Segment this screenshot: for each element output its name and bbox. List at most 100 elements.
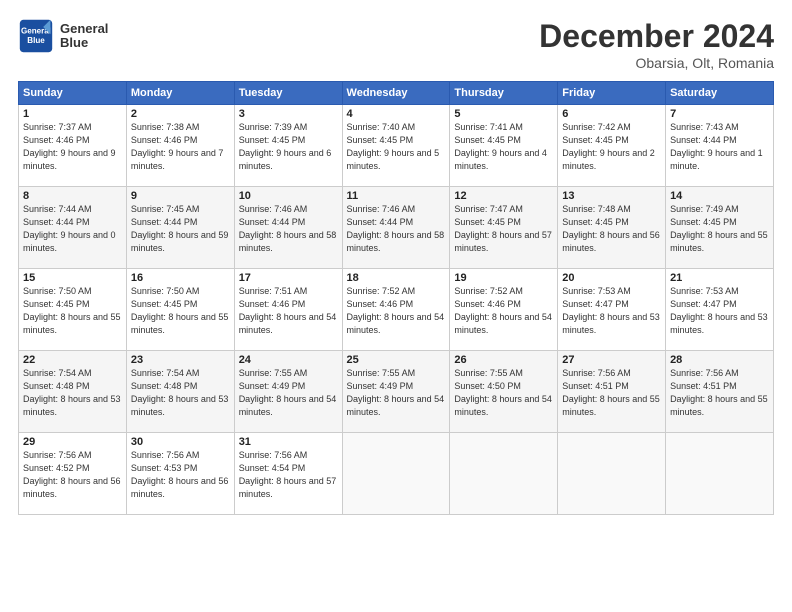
- day-number: 4: [347, 108, 446, 120]
- svg-text:Blue: Blue: [27, 36, 45, 45]
- calendar-week-4: 22 Sunrise: 7:54 AM Sunset: 4:48 PM Dayl…: [19, 351, 774, 433]
- day-info: Sunrise: 7:53 AM Sunset: 4:47 PM Dayligh…: [562, 285, 661, 337]
- day-number: 30: [131, 436, 230, 448]
- calendar-cell: 25 Sunrise: 7:55 AM Sunset: 4:49 PM Dayl…: [342, 351, 450, 433]
- calendar-cell: 19 Sunrise: 7:52 AM Sunset: 4:46 PM Dayl…: [450, 269, 558, 351]
- day-number: 10: [239, 190, 338, 202]
- calendar-cell: 8 Sunrise: 7:44 AM Sunset: 4:44 PM Dayli…: [19, 187, 127, 269]
- calendar-cell: 2 Sunrise: 7:38 AM Sunset: 4:46 PM Dayli…: [126, 105, 234, 187]
- day-number: 1: [23, 108, 122, 120]
- day-info: Sunrise: 7:43 AM Sunset: 4:44 PM Dayligh…: [670, 121, 769, 173]
- day-number: 14: [670, 190, 769, 202]
- col-thursday: Thursday: [450, 82, 558, 105]
- day-number: 18: [347, 272, 446, 284]
- day-number: 7: [670, 108, 769, 120]
- logo-text: General Blue: [60, 22, 108, 51]
- calendar-cell: 28 Sunrise: 7:56 AM Sunset: 4:51 PM Dayl…: [666, 351, 774, 433]
- day-info: Sunrise: 7:39 AM Sunset: 4:45 PM Dayligh…: [239, 121, 338, 173]
- day-number: 13: [562, 190, 661, 202]
- col-wednesday: Wednesday: [342, 82, 450, 105]
- day-number: 6: [562, 108, 661, 120]
- day-number: 29: [23, 436, 122, 448]
- day-info: Sunrise: 7:47 AM Sunset: 4:45 PM Dayligh…: [454, 203, 553, 255]
- calendar-cell: 29 Sunrise: 7:56 AM Sunset: 4:52 PM Dayl…: [19, 433, 127, 515]
- month-title: December 2024: [539, 18, 774, 55]
- calendar-cell: 10 Sunrise: 7:46 AM Sunset: 4:44 PM Dayl…: [234, 187, 342, 269]
- location: Obarsia, Olt, Romania: [539, 55, 774, 71]
- calendar-cell: 15 Sunrise: 7:50 AM Sunset: 4:45 PM Dayl…: [19, 269, 127, 351]
- col-tuesday: Tuesday: [234, 82, 342, 105]
- day-number: 26: [454, 354, 553, 366]
- day-number: 5: [454, 108, 553, 120]
- day-info: Sunrise: 7:56 AM Sunset: 4:51 PM Dayligh…: [670, 367, 769, 419]
- calendar-cell: 21 Sunrise: 7:53 AM Sunset: 4:47 PM Dayl…: [666, 269, 774, 351]
- calendar-cell: 13 Sunrise: 7:48 AM Sunset: 4:45 PM Dayl…: [558, 187, 666, 269]
- calendar-cell: 3 Sunrise: 7:39 AM Sunset: 4:45 PM Dayli…: [234, 105, 342, 187]
- calendar-cell: 4 Sunrise: 7:40 AM Sunset: 4:45 PM Dayli…: [342, 105, 450, 187]
- day-info: Sunrise: 7:50 AM Sunset: 4:45 PM Dayligh…: [131, 285, 230, 337]
- day-number: 8: [23, 190, 122, 202]
- logo: General Blue General Blue: [18, 18, 108, 54]
- day-number: 19: [454, 272, 553, 284]
- col-friday: Friday: [558, 82, 666, 105]
- day-info: Sunrise: 7:55 AM Sunset: 4:50 PM Dayligh…: [454, 367, 553, 419]
- day-info: Sunrise: 7:56 AM Sunset: 4:52 PM Dayligh…: [23, 449, 122, 501]
- day-number: 20: [562, 272, 661, 284]
- day-info: Sunrise: 7:45 AM Sunset: 4:44 PM Dayligh…: [131, 203, 230, 255]
- calendar-cell: 9 Sunrise: 7:45 AM Sunset: 4:44 PM Dayli…: [126, 187, 234, 269]
- day-info: Sunrise: 7:56 AM Sunset: 4:51 PM Dayligh…: [562, 367, 661, 419]
- day-info: Sunrise: 7:56 AM Sunset: 4:53 PM Dayligh…: [131, 449, 230, 501]
- calendar-cell: 20 Sunrise: 7:53 AM Sunset: 4:47 PM Dayl…: [558, 269, 666, 351]
- calendar-header-row: Sunday Monday Tuesday Wednesday Thursday…: [19, 82, 774, 105]
- day-number: 16: [131, 272, 230, 284]
- calendar-cell: 26 Sunrise: 7:55 AM Sunset: 4:50 PM Dayl…: [450, 351, 558, 433]
- day-number: 21: [670, 272, 769, 284]
- day-info: Sunrise: 7:46 AM Sunset: 4:44 PM Dayligh…: [347, 203, 446, 255]
- calendar-cell: 31 Sunrise: 7:56 AM Sunset: 4:54 PM Dayl…: [234, 433, 342, 515]
- day-number: 23: [131, 354, 230, 366]
- logo-icon: General Blue: [18, 18, 54, 54]
- calendar-cell: 1 Sunrise: 7:37 AM Sunset: 4:46 PM Dayli…: [19, 105, 127, 187]
- title-block: December 2024 Obarsia, Olt, Romania: [539, 18, 774, 71]
- calendar-cell: 6 Sunrise: 7:42 AM Sunset: 4:45 PM Dayli…: [558, 105, 666, 187]
- calendar-cell: 7 Sunrise: 7:43 AM Sunset: 4:44 PM Dayli…: [666, 105, 774, 187]
- calendar-cell: 30 Sunrise: 7:56 AM Sunset: 4:53 PM Dayl…: [126, 433, 234, 515]
- calendar-week-1: 1 Sunrise: 7:37 AM Sunset: 4:46 PM Dayli…: [19, 105, 774, 187]
- day-number: 15: [23, 272, 122, 284]
- calendar-week-2: 8 Sunrise: 7:44 AM Sunset: 4:44 PM Dayli…: [19, 187, 774, 269]
- day-number: 12: [454, 190, 553, 202]
- day-info: Sunrise: 7:38 AM Sunset: 4:46 PM Dayligh…: [131, 121, 230, 173]
- day-info: Sunrise: 7:42 AM Sunset: 4:45 PM Dayligh…: [562, 121, 661, 173]
- col-saturday: Saturday: [666, 82, 774, 105]
- day-info: Sunrise: 7:41 AM Sunset: 4:45 PM Dayligh…: [454, 121, 553, 173]
- day-number: 9: [131, 190, 230, 202]
- logo-line2: Blue: [60, 36, 108, 50]
- calendar-cell: 16 Sunrise: 7:50 AM Sunset: 4:45 PM Dayl…: [126, 269, 234, 351]
- day-info: Sunrise: 7:52 AM Sunset: 4:46 PM Dayligh…: [454, 285, 553, 337]
- col-monday: Monday: [126, 82, 234, 105]
- day-number: 24: [239, 354, 338, 366]
- day-info: Sunrise: 7:48 AM Sunset: 4:45 PM Dayligh…: [562, 203, 661, 255]
- calendar-table: Sunday Monday Tuesday Wednesday Thursday…: [18, 81, 774, 515]
- day-number: 27: [562, 354, 661, 366]
- calendar-cell: [342, 433, 450, 515]
- day-info: Sunrise: 7:51 AM Sunset: 4:46 PM Dayligh…: [239, 285, 338, 337]
- calendar-week-3: 15 Sunrise: 7:50 AM Sunset: 4:45 PM Dayl…: [19, 269, 774, 351]
- calendar-cell: 11 Sunrise: 7:46 AM Sunset: 4:44 PM Dayl…: [342, 187, 450, 269]
- calendar-cell: 22 Sunrise: 7:54 AM Sunset: 4:48 PM Dayl…: [19, 351, 127, 433]
- calendar-cell: 5 Sunrise: 7:41 AM Sunset: 4:45 PM Dayli…: [450, 105, 558, 187]
- day-info: Sunrise: 7:46 AM Sunset: 4:44 PM Dayligh…: [239, 203, 338, 255]
- day-number: 22: [23, 354, 122, 366]
- calendar-cell: 23 Sunrise: 7:54 AM Sunset: 4:48 PM Dayl…: [126, 351, 234, 433]
- day-number: 31: [239, 436, 338, 448]
- day-info: Sunrise: 7:56 AM Sunset: 4:54 PM Dayligh…: [239, 449, 338, 501]
- day-number: 25: [347, 354, 446, 366]
- calendar-cell: [558, 433, 666, 515]
- day-info: Sunrise: 7:55 AM Sunset: 4:49 PM Dayligh…: [347, 367, 446, 419]
- day-info: Sunrise: 7:44 AM Sunset: 4:44 PM Dayligh…: [23, 203, 122, 255]
- calendar-cell: 14 Sunrise: 7:49 AM Sunset: 4:45 PM Dayl…: [666, 187, 774, 269]
- logo-line1: General: [60, 22, 108, 36]
- day-info: Sunrise: 7:54 AM Sunset: 4:48 PM Dayligh…: [23, 367, 122, 419]
- day-number: 3: [239, 108, 338, 120]
- day-info: Sunrise: 7:37 AM Sunset: 4:46 PM Dayligh…: [23, 121, 122, 173]
